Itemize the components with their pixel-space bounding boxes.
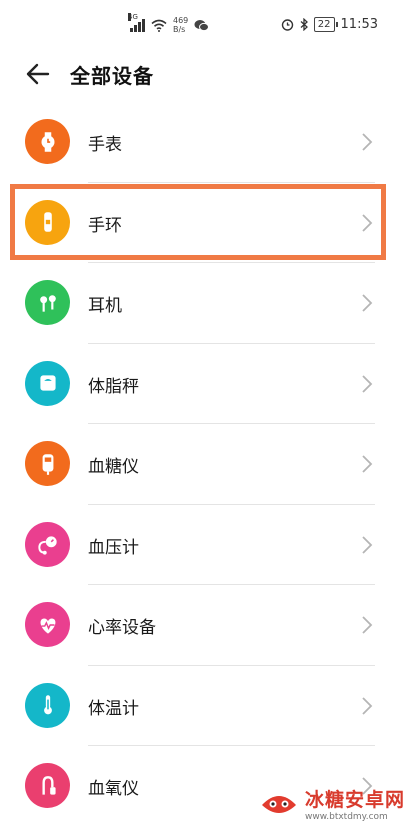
glucose-meter-icon (25, 441, 70, 486)
chevron-right-icon (362, 133, 373, 151)
watermark-url: www.btxtdmy.com (304, 812, 388, 822)
battery-icon: 22 (313, 17, 338, 32)
watermark: 冰糖安卓网 www.btxtdmy.com (259, 785, 405, 822)
device-label: 心率设备 (88, 618, 156, 638)
blood-pressure-icon (25, 521, 70, 567)
page-title: 全部设备 (70, 64, 154, 88)
heart-rate-icon (25, 602, 70, 647)
back-arrow-icon[interactable] (24, 60, 52, 88)
wifi-icon (151, 19, 167, 32)
bluetooth-icon (300, 18, 308, 31)
thermometer-icon (25, 682, 70, 728)
device-item[interactable]: 手表 (0, 102, 413, 183)
oximeter-icon (25, 763, 70, 808)
device-label: 手表 (88, 135, 122, 155)
chevron-right-icon (362, 455, 373, 473)
network-speed: 469 B/s (173, 16, 189, 34)
chevron-right-icon (362, 535, 373, 554)
device-label: 血压计 (88, 537, 139, 558)
watermark-name: 冰糖安卓网 (304, 789, 405, 811)
status-bar: 4G 469 B/s 22 11:53 (0, 0, 413, 50)
device-item[interactable]: 耳机 (0, 263, 413, 344)
signal-icon: 4G (128, 12, 145, 32)
chevron-right-icon (362, 294, 373, 312)
device-label: 体温计 (88, 698, 139, 719)
earphone-icon (25, 280, 70, 325)
device-item[interactable]: 心率设备 (0, 585, 413, 666)
chevron-right-icon (362, 616, 373, 634)
device-label: 血氧仪 (88, 779, 139, 799)
header: 全部设备 (0, 50, 413, 98)
scale-icon (25, 360, 70, 406)
watermark-logo-icon (261, 795, 296, 813)
watch-icon (25, 119, 70, 164)
device-label: 耳机 (88, 296, 122, 316)
device-item[interactable]: 血压计 (0, 505, 413, 585)
alarm-icon (281, 19, 293, 31)
chevron-right-icon (362, 696, 373, 715)
status-time: 11:53 (340, 17, 378, 32)
wechat-icon (194, 19, 210, 31)
chevron-right-icon (362, 374, 373, 393)
device-label: 血糖仪 (88, 457, 139, 477)
device-label: 体脂秤 (88, 376, 139, 397)
selection-highlight (10, 184, 386, 260)
device-item[interactable]: 体脂秤 (0, 344, 413, 424)
device-item[interactable]: 体温计 (0, 666, 413, 746)
device-item[interactable]: 血糖仪 (0, 424, 413, 505)
